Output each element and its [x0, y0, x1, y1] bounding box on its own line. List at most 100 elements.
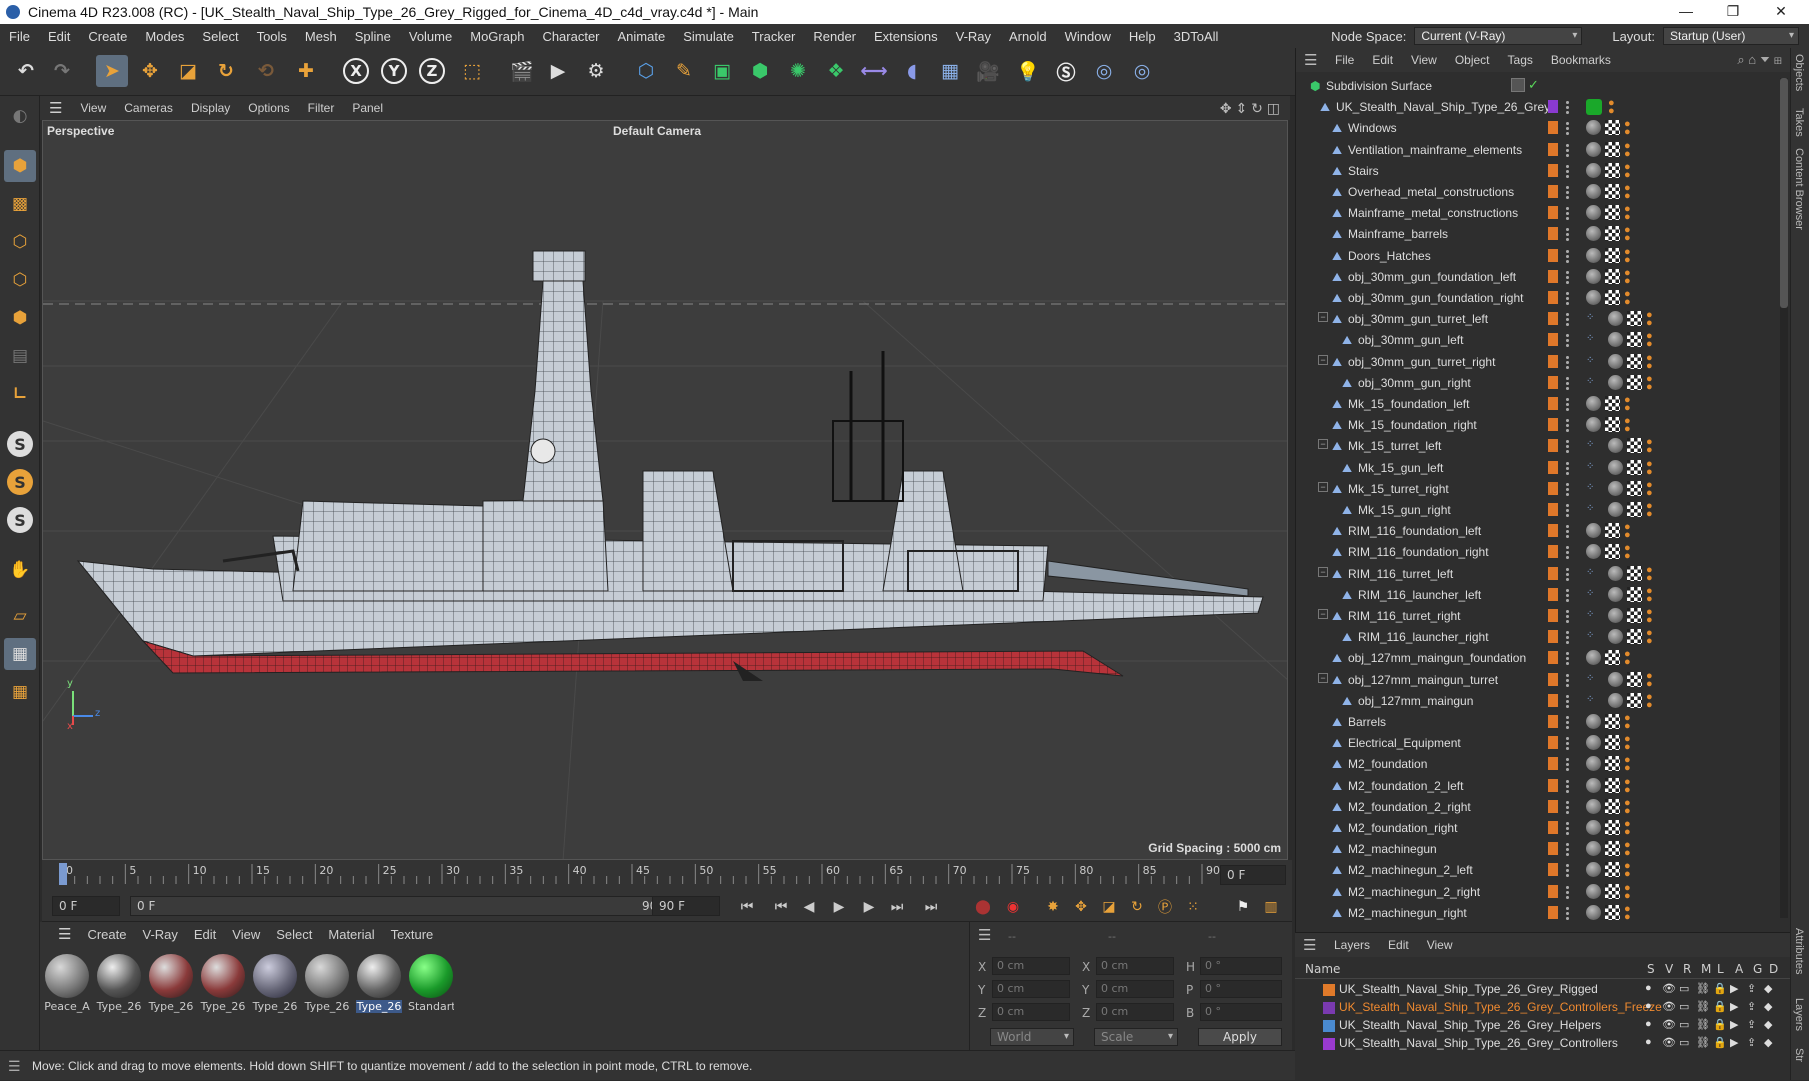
visibility-dots-icon[interactable]	[1565, 609, 1570, 623]
layer-render-icon[interactable]: ▭	[1679, 1000, 1689, 1013]
texture-tag-icon[interactable]	[1586, 141, 1601, 157]
record-icon[interactable]: ⬤	[972, 896, 994, 918]
menu-select[interactable]: Select	[193, 29, 247, 44]
layer-lock-icon[interactable]: 🔒	[1713, 982, 1727, 995]
object-row[interactable]: ⛰ RIM_116_foundation_right ● ●	[1296, 542, 1776, 563]
texture-tag-icon[interactable]	[1608, 374, 1623, 390]
object-menu-object[interactable]: Object	[1446, 53, 1499, 67]
material-menu-create[interactable]: Create	[79, 927, 134, 942]
object-row[interactable]: ⛰ Windows ● ●	[1296, 118, 1776, 139]
texture-tag-icon[interactable]	[1608, 459, 1623, 475]
layer-manager-icon[interactable]: ⛓	[1696, 1018, 1710, 1031]
object-name[interactable]: M2_foundation_2_left	[1348, 779, 1463, 793]
object-row[interactable]: ⛰ RIM_116_launcher_left ⁘ ● ●	[1296, 585, 1776, 606]
selection-tag-icon[interactable]: ● ●	[1646, 607, 1658, 626]
checker-tag-icon[interactable]	[1605, 841, 1620, 857]
timeline-ruler[interactable]: 0 5 10 15 20 25 30 35 40 45 50 55 60 65 70 75 80 85 90 0 F	[42, 860, 1292, 890]
python2-icon[interactable]: ◎	[1126, 55, 1158, 87]
polygons-mode-icon[interactable]: ⬢	[4, 302, 36, 334]
object-name[interactable]: Barrels	[1348, 715, 1386, 729]
selection-tag-icon[interactable]: ● ●	[1624, 903, 1636, 922]
constraint-tag-icon[interactable]: ⁘	[1586, 588, 1604, 599]
texture-tag-icon[interactable]	[1586, 841, 1601, 857]
layer-animation-icon[interactable]: ▶	[1730, 1036, 1738, 1049]
layer-manager-icon[interactable]: ⛓	[1696, 1000, 1710, 1013]
object-name[interactable]: obj_127mm_maingun_foundation	[1348, 651, 1526, 665]
checker-tag-icon[interactable]	[1627, 565, 1642, 581]
visibility-dots-icon[interactable]	[1565, 503, 1570, 517]
menu-spline[interactable]: Spline	[346, 29, 400, 44]
checker-tag-icon[interactable]	[1627, 671, 1642, 687]
checker-tag-icon[interactable]	[1627, 332, 1642, 348]
layer-color-tag[interactable]	[1548, 269, 1558, 283]
menu-create[interactable]: Create	[79, 29, 136, 44]
visibility-dots-icon[interactable]	[1565, 206, 1570, 221]
layer-color-tag[interactable]	[1548, 418, 1558, 432]
selection-tag-icon[interactable]: ● ●	[1624, 861, 1636, 880]
uv-mode-icon[interactable]: ▤	[4, 340, 36, 372]
coord-scale-dropdown[interactable]: Scale	[1094, 1028, 1178, 1046]
checker-tag-icon[interactable]	[1627, 311, 1642, 327]
material-tag-icon[interactable]	[1586, 99, 1602, 116]
layer-deformer-icon[interactable]: ◆	[1764, 982, 1772, 995]
prev-key-icon[interactable]: ⏮	[770, 896, 792, 918]
material-menu-material[interactable]: Material	[320, 927, 382, 942]
object-scrollbar[interactable]	[1780, 78, 1788, 918]
menu-volume[interactable]: Volume	[400, 29, 461, 44]
workplane-icon[interactable]: ▱	[4, 600, 36, 632]
layer-view-icon[interactable]: 👁	[1662, 982, 1676, 995]
node-space-dropdown[interactable]: Current (V-Ray)	[1414, 27, 1583, 45]
side-tab-objects[interactable]: Objects	[1793, 54, 1805, 91]
object-name[interactable]: Subdivision Surface	[1326, 79, 1432, 93]
side-tab-layers[interactable]: Layers	[1793, 998, 1805, 1031]
expand-toggle-icon[interactable]: −	[1318, 481, 1328, 492]
selection-tag-icon[interactable]: ● ●	[1624, 183, 1636, 202]
selection-tag-icon[interactable]: ● ●	[1646, 352, 1658, 371]
selection-tag-icon[interactable]: ● ●	[1624, 840, 1636, 859]
floor-icon[interactable]: ▦	[934, 55, 966, 87]
checker-tag-icon[interactable]	[1605, 883, 1620, 899]
layer-color-tag[interactable]	[1548, 757, 1558, 771]
selection-tag-icon[interactable]: ● ●	[1646, 691, 1658, 710]
checker-tag-icon[interactable]	[1627, 502, 1642, 517]
layer-name[interactable]: UK_Stealth_Naval_Ship_Type_26_Grey_Contr…	[1339, 1000, 1662, 1014]
selection-tag-icon[interactable]: ● ●	[1624, 522, 1636, 541]
checker-tag-icon[interactable]	[1605, 798, 1620, 814]
visibility-dots-icon[interactable]	[1565, 460, 1570, 475]
object-search-icon[interactable]: ⌕ ⌂ ⏷ ⊞	[1737, 52, 1782, 68]
layer-solo-icon[interactable]: ●	[1645, 1036, 1652, 1048]
undo-icon[interactable]: ↶	[10, 55, 42, 87]
object-row[interactable]: − ⛰ RIM_116_turret_right ⁘ ● ●	[1296, 606, 1776, 627]
texture-tag-icon[interactable]	[1586, 544, 1601, 560]
layer-color-tag[interactable]	[1548, 333, 1558, 347]
object-name[interactable]: M2_machinegun_2_left	[1348, 863, 1473, 877]
constraint-tag-icon[interactable]: ⁘	[1586, 440, 1604, 450]
object-row[interactable]: ⛰ Doors_Hatches ● ●	[1296, 246, 1776, 267]
object-row[interactable]: ⛰ M2_machinegun_2_left ● ●	[1296, 860, 1776, 881]
texture-tag-icon[interactable]	[1608, 608, 1623, 623]
layer-name[interactable]: UK_Stealth_Naval_Ship_Type_26_Grey_Helpe…	[1339, 1018, 1601, 1032]
menu-modes[interactable]: Modes	[136, 29, 193, 44]
selection-tag-icon[interactable]: ● ●	[1624, 755, 1636, 774]
object-name[interactable]: Mk_15_gun_right	[1358, 503, 1451, 517]
layer-color-tag[interactable]	[1548, 715, 1558, 728]
object-name[interactable]: Windows	[1348, 121, 1397, 135]
checker-tag-icon[interactable]	[1627, 692, 1642, 708]
object-menu-edit[interactable]: Edit	[1363, 53, 1402, 67]
layer-row[interactable]: UK_Stealth_Naval_Ship_Type_26_Grey_Contr…	[1295, 999, 1790, 1017]
goto-start-icon[interactable]: ⏮	[736, 896, 758, 918]
layer-color-tag[interactable]	[1548, 545, 1558, 559]
menu-3dtoall[interactable]: 3DToAll	[1165, 29, 1228, 44]
object-row[interactable]: ⛰ Mk_15_foundation_right ● ●	[1296, 415, 1776, 436]
start-frame-field[interactable]: 0 F	[52, 896, 120, 916]
expand-toggle-icon[interactable]: −	[1318, 354, 1328, 365]
vray-icon[interactable]: Ⓢ	[1050, 55, 1082, 87]
selection-tag-icon[interactable]: ● ●	[1646, 479, 1658, 498]
checker-tag-icon[interactable]	[1605, 205, 1620, 221]
layer-color-tag[interactable]	[1548, 248, 1558, 262]
viewport-nav-icon[interactable]: ✥ ⇕ ↻ ◫	[1220, 100, 1280, 117]
visibility-dots-icon[interactable]	[1565, 884, 1570, 899]
timeline-window-icon[interactable]: ▥	[1260, 896, 1282, 918]
layer-color-tag[interactable]	[1548, 163, 1558, 177]
layer-color-tag[interactable]	[1548, 693, 1558, 707]
